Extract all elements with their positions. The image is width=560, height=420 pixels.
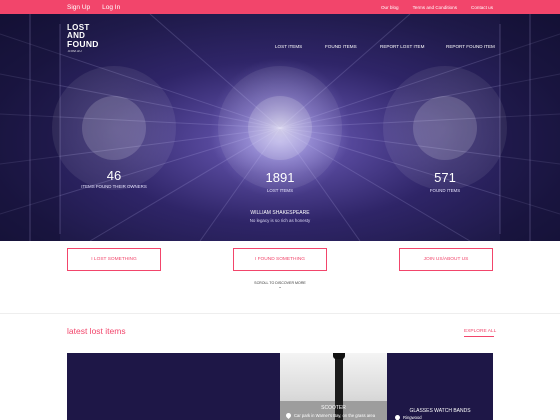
nav-lost-items[interactable]: LOST ITEMS (275, 44, 302, 49)
location-pin-icon (284, 411, 293, 420)
item-card[interactable]: GLASSES WATCH BANDS Ringwood (387, 353, 493, 420)
join-us-button[interactable]: JOIN US/ABOUT US (399, 248, 493, 271)
stat-label: LOST ITEMS (266, 188, 294, 193)
signup-link[interactable]: Sign Up (67, 4, 90, 11)
top-bar: Sign Up Log In Our blog Terms and Condit… (0, 0, 560, 14)
lost-something-button[interactable]: I LOST SOMETHING (67, 248, 161, 271)
logo-domain: .COM.AU (67, 49, 82, 53)
logo-line-2: FOUND (67, 39, 99, 49)
item-location-text: Ringwood (403, 415, 422, 420)
explore-all-link[interactable]: EXPLORE ALL (464, 329, 496, 334)
stat-label: FOUND ITEMS (429, 188, 461, 193)
stat-value: 46 (106, 168, 122, 183)
terms-link[interactable]: Terms and Conditions (413, 5, 457, 10)
nav-found-items[interactable]: FOUND ITEMS (325, 44, 357, 49)
nav-report-found-item[interactable]: REPORT FOUND ITEM (446, 44, 495, 49)
stat-lost-items: 1891 LOST ITEMS (218, 66, 342, 193)
item-location: Ringwood (393, 413, 422, 420)
scroll-hint[interactable]: SCROLL TO DISCOVER MORE ⌄ (230, 281, 330, 289)
logo-line-1: LOST AND (67, 23, 90, 40)
site-logo[interactable]: LOST AND FOUND .COM.AU (67, 24, 101, 54)
stat-value: 571 (434, 170, 456, 185)
page: Sign Up Log In Our blog Terms and Condit… (0, 0, 560, 420)
explore-all-underline (464, 336, 494, 337)
stat-label: ITEMS FOUND THEIR OWNERS (81, 184, 147, 189)
stat-inner-circle (82, 96, 146, 160)
nav-report-lost-item[interactable]: REPORT LOST ITEM (380, 44, 424, 49)
item-photo-pole-top (333, 353, 345, 359)
section-divider (0, 313, 560, 314)
location-pin-icon (393, 413, 402, 420)
latest-items-heading: latest lost items (67, 326, 126, 336)
item-title: GLASSES WATCH BANDS (409, 408, 471, 414)
hero-section: LOST AND FOUND .COM.AU LOST ITEMS FOUND … (0, 14, 560, 241)
item-card[interactable] (67, 353, 280, 420)
found-something-button[interactable]: I FOUND SOMETHING (233, 248, 327, 271)
hero-quote: WILLIAM SHAKESPEARE No legacy is so rich… (200, 210, 360, 223)
stat-value: 1891 (265, 170, 295, 185)
stat-inner-circle (413, 96, 477, 160)
item-card[interactable]: SCOOTER Car park in Warner's Bay, on the… (280, 353, 387, 420)
contact-link[interactable]: Contact us (471, 5, 493, 10)
chevron-down-icon: ⌄ (278, 284, 282, 289)
quote-author: WILLIAM SHAKESPEARE (250, 210, 310, 216)
item-title: SCOOTER (321, 405, 346, 411)
blog-link[interactable]: Our blog (381, 5, 399, 10)
login-link[interactable]: Log In (102, 4, 120, 11)
stat-inner-circle (248, 96, 312, 160)
item-location: Car park in Warner's Bay, on the grass a… (284, 411, 376, 420)
stat-items-returned: 46 ITEMS FOUND THEIR OWNERS (52, 66, 176, 190)
quote-text: No legacy is so rich as honesty (249, 218, 311, 223)
stat-found-items: 571 FOUND ITEMS (383, 66, 507, 193)
item-location-text: Car park in Warner's Bay, on the grass a… (294, 413, 376, 418)
